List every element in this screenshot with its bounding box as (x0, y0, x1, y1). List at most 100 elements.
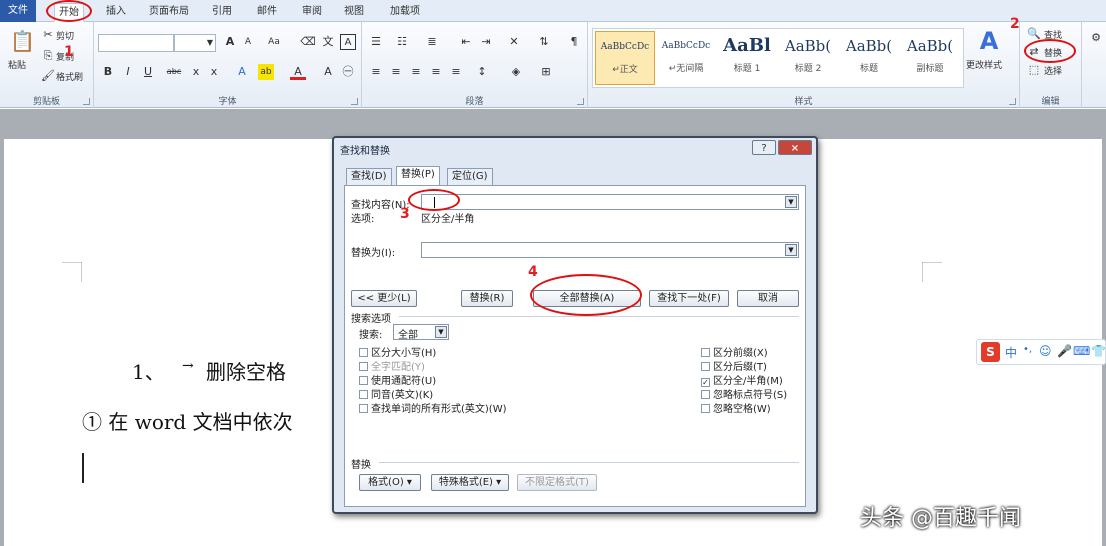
sounds-like-checkbox[interactable]: 同音(英文)(K) (359, 386, 433, 401)
text-effects-icon[interactable]: A (234, 64, 250, 80)
chinese-layout-icon[interactable]: ✕ (506, 34, 522, 50)
subscript-icon[interactable]: x (188, 64, 204, 80)
align-right-icon[interactable]: ≡ (408, 64, 424, 80)
no-formatting-button[interactable]: 不限定格式(T) (517, 474, 597, 491)
find-next-button[interactable]: 查找下一处(F) (649, 290, 729, 307)
whole-word-checkbox[interactable]: 全字匹配(Y) (359, 358, 425, 373)
all-word-forms-checkbox[interactable]: 查找单词的所有形式(英文)(W) (359, 400, 507, 415)
justify-icon[interactable]: ≡ (428, 64, 444, 80)
ignore-punct-checkbox[interactable]: 忽略标点符号(S) (701, 386, 787, 401)
share-icon[interactable]: ⚙ (1088, 30, 1104, 46)
special-button[interactable]: 特殊格式(E) ▾ (431, 474, 509, 491)
tab-file[interactable]: 文件 (0, 0, 36, 22)
grow-font-icon[interactable]: A (222, 34, 238, 50)
wildcards-checkbox[interactable]: 使用通配符(U) (359, 372, 436, 387)
change-styles-icon[interactable]: A (974, 26, 1004, 56)
multilevel-list-icon[interactable]: ≣ (424, 34, 440, 50)
superscript-icon[interactable]: x (206, 64, 222, 80)
ime-mic-icon[interactable]: 🎤 (1057, 344, 1072, 358)
font-launcher-icon[interactable] (351, 98, 358, 105)
tab-page-layout[interactable]: 页面布局 (145, 3, 193, 22)
chevron-down-icon[interactable]: ▼ (435, 326, 447, 338)
show-marks-icon[interactable]: ¶ (566, 34, 582, 50)
select-label[interactable]: 选择 (1044, 64, 1062, 77)
select-icon[interactable]: ⬚ (1026, 62, 1042, 78)
ime-punct-icon[interactable]: •, (1023, 344, 1032, 355)
shading-icon[interactable]: ◈ (508, 64, 524, 80)
increase-indent-icon[interactable]: ⇥ (478, 34, 494, 50)
style-heading-1[interactable]: AaBl 标题 1 (717, 31, 777, 85)
tab-addins[interactable]: 加载项 (386, 3, 424, 22)
cut-icon[interactable]: ✂ (40, 27, 56, 43)
underline-icon[interactable]: U (140, 64, 156, 80)
close-button[interactable]: × (778, 140, 812, 155)
tab-replace[interactable]: 替换(P) (396, 166, 440, 186)
match-prefix-checkbox[interactable]: 区分前缀(X) (701, 344, 768, 359)
tab-review[interactable]: 审阅 (298, 3, 326, 22)
ime-emoji-icon[interactable]: ☺ (1039, 344, 1052, 358)
ime-skin-icon[interactable]: 👕 (1091, 344, 1106, 358)
tab-goto[interactable]: 定位(G) (447, 168, 493, 186)
paste-icon[interactable]: 📋 (10, 28, 35, 54)
clipboard-launcher-icon[interactable] (83, 98, 90, 105)
phonetic-icon[interactable]: 文 (320, 34, 336, 50)
help-button[interactable]: ? (752, 140, 776, 155)
bullets-icon[interactable]: ☰ (368, 34, 384, 50)
distribute-icon[interactable]: ≡ (448, 64, 464, 80)
font-color-icon[interactable]: A (290, 64, 306, 80)
chevron-down-icon[interactable]: ▼ (785, 196, 797, 208)
line-spacing-icon[interactable]: ↕ (474, 64, 490, 80)
less-button[interactable]: << 更少(L) (351, 290, 417, 307)
strikethrough-icon[interactable]: abc (164, 64, 184, 80)
cut-label[interactable]: 剪切 (56, 29, 74, 42)
enclose-char-icon[interactable]: ㊀ (340, 64, 356, 80)
shrink-font-icon[interactable]: A (240, 34, 256, 50)
tab-references[interactable]: 引用 (208, 3, 236, 22)
format-painter-icon[interactable]: 🖌 (40, 68, 56, 84)
ignore-space-checkbox[interactable]: 忽略空格(W) (701, 400, 771, 415)
chevron-down-icon[interactable]: ▼ (785, 244, 797, 256)
char-border-icon[interactable]: A (340, 34, 356, 50)
format-button[interactable]: 格式(O) ▾ (359, 474, 421, 491)
highlight-icon[interactable]: ab (258, 64, 274, 80)
bold-icon[interactable]: B (100, 64, 116, 80)
tab-mailings[interactable]: 邮件 (253, 3, 281, 22)
tab-view[interactable]: 视图 (340, 3, 368, 22)
doc-line1-text[interactable]: 删除空格 (206, 356, 286, 385)
sort-icon[interactable]: ⇅ (536, 34, 552, 50)
clear-format-icon[interactable]: ⌫ (300, 34, 316, 50)
change-case-icon[interactable]: Aa (264, 34, 284, 50)
font-name-combo[interactable] (98, 34, 174, 52)
paragraph-launcher-icon[interactable] (577, 98, 584, 105)
ime-chinese-mode[interactable]: 中 (1005, 344, 1017, 361)
italic-icon[interactable]: I (120, 64, 136, 80)
copy-icon[interactable]: ⎘ (40, 48, 56, 64)
tab-find[interactable]: 查找(D) (346, 168, 392, 186)
doc-line2-text[interactable]: ① 在 word 文档中依次 (82, 406, 330, 435)
align-left-icon[interactable]: ≡ (368, 64, 384, 80)
style-no-spacing[interactable]: AaBbCcDc ↵无间隔 (656, 31, 716, 85)
format-painter-label[interactable]: 格式刷 (56, 70, 83, 83)
paste-label[interactable]: 粘贴 (8, 58, 26, 71)
styles-launcher-icon[interactable] (1009, 98, 1016, 105)
borders-icon[interactable]: ⊞ (538, 64, 554, 80)
char-shading-icon[interactable]: A (320, 64, 336, 80)
decrease-indent-icon[interactable]: ⇤ (458, 34, 474, 50)
style-subtitle[interactable]: AaBb(副标题 (900, 31, 960, 85)
font-size-combo[interactable]: ▼ (174, 34, 216, 52)
doc-line1-number[interactable]: 1、 (132, 356, 165, 385)
align-center-icon[interactable]: ≡ (388, 64, 404, 80)
tab-insert[interactable]: 插入 (102, 3, 130, 22)
replace-with-input[interactable]: ▼ (421, 242, 799, 258)
find-what-input[interactable]: ▼ (421, 194, 799, 210)
style-normal[interactable]: AaBbCcDc ↵正文 (595, 31, 655, 85)
match-suffix-checkbox[interactable]: 区分后缀(T) (701, 358, 767, 373)
ime-toolbar[interactable]: S 中 •, ☺ 🎤 ⌨ 👕 (976, 339, 1106, 365)
change-styles-label[interactable]: 更改样式 (966, 58, 1002, 71)
replace-button[interactable]: 替换(R) (461, 290, 513, 307)
numbering-icon[interactable]: ☷ (394, 34, 410, 50)
search-direction-select[interactable]: 全部 ▼ (393, 324, 449, 341)
match-width-checkbox[interactable]: ✓ 区分全/半角(M) (701, 372, 783, 387)
style-title[interactable]: AaBb(标题 (839, 31, 899, 85)
ime-keyboard-icon[interactable]: ⌨ (1073, 344, 1090, 358)
